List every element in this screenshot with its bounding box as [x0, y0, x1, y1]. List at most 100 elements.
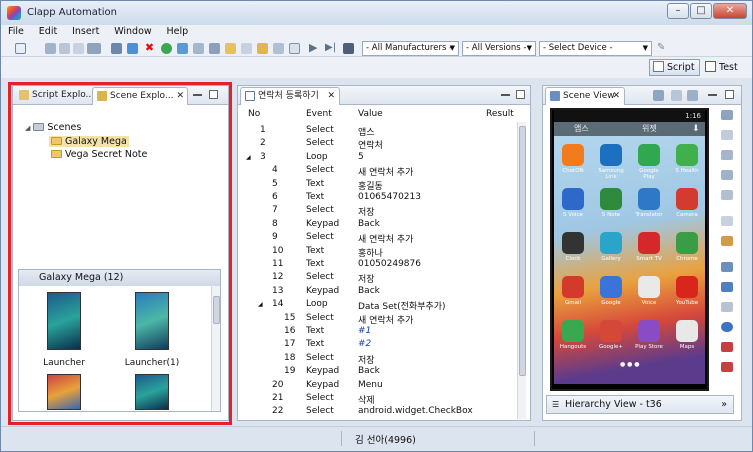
compare-icon[interactable]	[209, 43, 220, 54]
play-icon[interactable]: ▶	[309, 42, 320, 54]
script-row[interactable]: 13 Keypad Back	[241, 286, 501, 299]
tap-icon[interactable]	[721, 150, 733, 160]
column-no[interactable]: No	[248, 109, 260, 119]
script-row[interactable]: 6 Text 01065470213	[241, 192, 501, 205]
capture-icon[interactable]	[177, 43, 188, 54]
app-icon[interactable]	[600, 276, 622, 298]
report-icon[interactable]	[273, 43, 284, 54]
script-row[interactable]: 18 Select 저장	[241, 353, 501, 366]
column-result[interactable]: Result	[486, 109, 514, 119]
save-all-icon[interactable]	[59, 43, 70, 54]
zoom-icon[interactable]	[721, 216, 733, 226]
text-icon[interactable]	[721, 130, 733, 140]
screen-edit-icon[interactable]	[721, 236, 733, 246]
print-icon[interactable]	[73, 43, 84, 54]
chevron-down-icon[interactable]: »	[721, 396, 727, 413]
app-icon[interactable]	[600, 188, 622, 210]
save-icon[interactable]	[45, 43, 56, 54]
drag-icon[interactable]	[721, 190, 733, 200]
maximize-view-icon[interactable]	[516, 90, 525, 99]
script-row[interactable]: 21 Select 삭제	[241, 393, 501, 406]
script-row[interactable]: 8 Keypad Back	[241, 219, 501, 232]
maximize-view-icon[interactable]	[725, 90, 734, 99]
maximize-button[interactable]: □	[690, 3, 712, 19]
tab-apps[interactable]: 앱스	[574, 122, 589, 136]
menu-edit[interactable]: Edit	[32, 25, 62, 37]
device-menu-icon[interactable]	[721, 110, 733, 120]
download-icon[interactable]	[127, 43, 138, 54]
new-file-icon[interactable]	[15, 43, 26, 54]
step-icon[interactable]: ▶|	[325, 43, 336, 54]
app-icon[interactable]	[676, 320, 698, 342]
scrollbar-thumb[interactable]	[519, 126, 526, 376]
app-icon[interactable]	[638, 144, 660, 166]
app-icon[interactable]	[600, 320, 622, 342]
app-icon[interactable]	[676, 188, 698, 210]
app-icon[interactable]	[676, 276, 698, 298]
swipe-icon[interactable]	[721, 170, 733, 180]
app-icon[interactable]	[638, 188, 660, 210]
back-icon[interactable]	[721, 282, 733, 292]
script-row[interactable]: 22 Select android.widget.CheckBox	[241, 406, 501, 419]
script-scrollbar[interactable]	[517, 122, 526, 419]
hierarchy-view-bar[interactable]: ☰ Hierarchy View - t36 »	[546, 395, 734, 414]
script-row[interactable]: 11 Text 01050249876	[241, 259, 501, 272]
app-icon[interactable]	[562, 188, 584, 210]
app-icon[interactable]	[600, 144, 622, 166]
minimize-button[interactable]: –	[667, 3, 689, 19]
grid-icon[interactable]	[687, 90, 698, 101]
export-icon[interactable]	[257, 43, 268, 54]
app-icon[interactable]	[638, 276, 660, 298]
stop-icon[interactable]	[343, 43, 354, 54]
close-button[interactable]: ✕	[713, 3, 747, 19]
minimize-view-icon[interactable]	[501, 94, 510, 96]
download-icon[interactable]: ⬇	[692, 122, 700, 136]
close-tab-icon[interactable]: ✕	[612, 88, 620, 104]
menu-icon[interactable]	[721, 302, 733, 312]
close-tab-icon[interactable]: ✕	[327, 88, 335, 104]
tab-widgets[interactable]: 위젯	[642, 122, 657, 136]
expand-arrow-icon[interactable]: ◢	[258, 301, 263, 308]
script-row[interactable]: 2 Select 연락처	[241, 138, 501, 151]
script-row[interactable]: 4 Select 새 연락처 추가	[241, 165, 501, 178]
power-icon[interactable]	[721, 322, 733, 332]
script-row[interactable]: 20 Keypad Menu	[241, 380, 501, 393]
app-icon[interactable]	[562, 320, 584, 342]
column-value[interactable]: Value	[358, 109, 383, 119]
minimize-view-icon[interactable]	[708, 94, 717, 96]
column-event[interactable]: Event	[306, 109, 332, 119]
script-row[interactable]: 9 Select 새 연락처 추가	[241, 232, 501, 245]
test-perspective-button[interactable]: Test	[701, 59, 743, 76]
document-icon[interactable]	[289, 43, 300, 54]
script-row[interactable]: 12 Select 저장	[241, 272, 501, 285]
menu-window[interactable]: Window	[107, 25, 156, 37]
menu-file[interactable]: File	[1, 25, 29, 37]
volume-up-icon[interactable]	[721, 342, 733, 352]
script-row[interactable]: ◢ 14 Loop Data Set(전화부추가)	[241, 299, 501, 312]
app-icon[interactable]	[562, 232, 584, 254]
app-icon[interactable]	[562, 276, 584, 298]
app-icon[interactable]	[676, 144, 698, 166]
menu-insert[interactable]: Insert	[65, 25, 104, 37]
volume-down-icon[interactable]	[721, 362, 733, 372]
version-select[interactable]: - All Versions - ▼	[462, 41, 536, 56]
app-icon[interactable]	[676, 232, 698, 254]
app-icon[interactable]	[638, 232, 660, 254]
wrench-icon[interactable]: ✎	[657, 43, 669, 54]
manufacturer-select[interactable]: - All Manufacturers - ▼	[362, 41, 459, 56]
pointer-icon[interactable]	[671, 90, 682, 101]
expand-arrow-icon[interactable]: ◢	[246, 154, 251, 161]
script-row[interactable]: 7 Select 저장	[241, 205, 501, 218]
device-select[interactable]: - Select Device - ▼	[539, 41, 652, 56]
tab-script[interactable]: 연락처 등록하기 ✕	[240, 87, 340, 105]
delete-icon[interactable]: ✖	[144, 42, 155, 54]
app-icon[interactable]	[638, 320, 660, 342]
script-row[interactable]: ◢ 3 Loop 5	[241, 152, 501, 165]
app-icon[interactable]	[562, 144, 584, 166]
device-screen[interactable]: 앱스 위젯 ⬇ ChatON Samsung Link Google Play S H…	[554, 122, 705, 384]
script-row[interactable]: 10 Text 홍하나	[241, 246, 501, 259]
screenshot-icon[interactable]	[653, 90, 664, 101]
copy-icon[interactable]	[241, 43, 252, 54]
app-icon[interactable]	[600, 232, 622, 254]
tab-scene-view[interactable]: Scene View ✕	[545, 87, 625, 105]
